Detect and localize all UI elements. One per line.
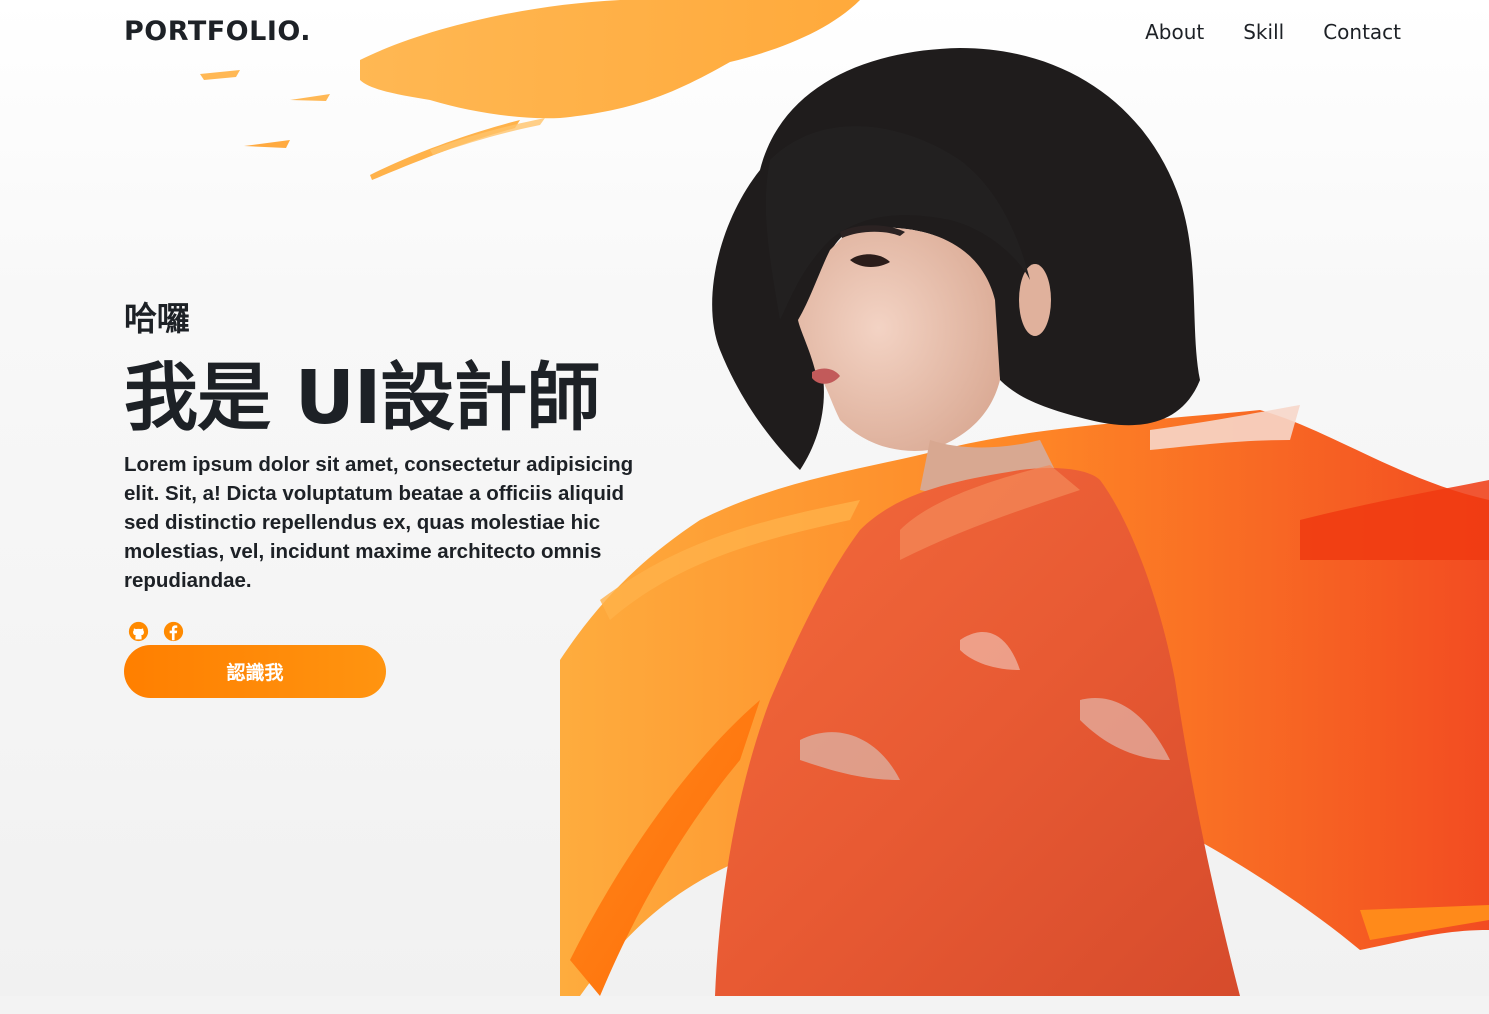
nav-link-skill[interactable]: Skill [1243,20,1284,44]
hero-headline: 我是 UI設計師 [124,355,600,441]
navbar: PORTFOLIO. About Skill Contact [0,0,1489,67]
about-me-button[interactable]: 認識我 [124,645,386,698]
hero-greeting: 哈囉 [124,299,190,338]
hero-intro-text: Lorem ipsum dolor sit amet, consectetur … [124,453,634,592]
github-icon[interactable] [128,621,149,642]
portrait-face [798,227,1000,451]
brand-logo[interactable]: PORTFOLIO. [124,16,311,47]
nav-link-contact[interactable]: Contact [1323,20,1401,44]
facebook-icon[interactable] [163,621,184,642]
nav-link-about[interactable]: About [1145,20,1204,44]
social-links [128,621,644,642]
nav-links: About Skill Contact [1145,20,1401,44]
hero-content: 哈囉 我是 UI設計師 Lorem ipsum dolor sit amet, … [124,298,644,698]
hero-section: PORTFOLIO. About Skill Contact 哈囉 我是 UI設… [0,0,1489,996]
page-bottom-strip [0,996,1489,1014]
